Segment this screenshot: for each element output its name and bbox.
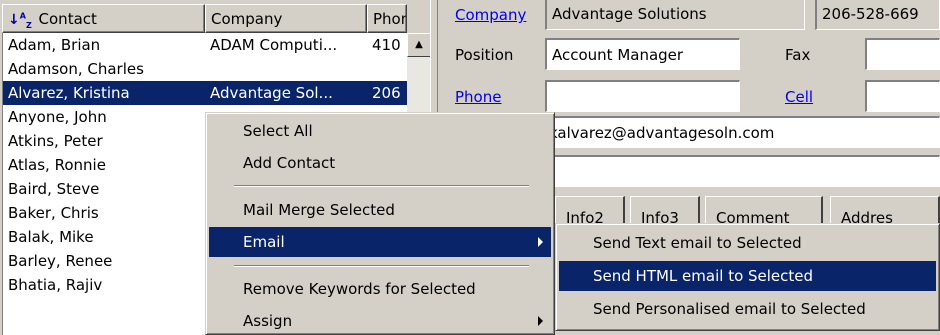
menu-item-add-contact[interactable]: Add Contact xyxy=(209,148,551,178)
position-field[interactable]: Account Manager xyxy=(545,38,740,70)
phone-field[interactable] xyxy=(545,80,740,112)
list-item-selected[interactable]: Alvarez, Kristina Advantage Sol... 206 xyxy=(3,81,407,105)
menu-item-send-text-email[interactable]: Send Text email to Selected xyxy=(559,228,936,258)
email-submenu: Send Text email to Selected Send HTML em… xyxy=(555,223,940,331)
menu-item-email[interactable]: Email xyxy=(209,227,551,257)
menu-item-select-all[interactable]: Select All xyxy=(209,116,551,146)
company-phone-field[interactable]: 206-528-669 xyxy=(815,0,940,30)
fax-label: Fax xyxy=(785,46,811,64)
company-field[interactable]: Advantage Solutions xyxy=(545,0,805,30)
email-field[interactable]: kalvarez@advantagesoln.com xyxy=(545,116,940,148)
cell-link[interactable]: Cell xyxy=(785,88,813,106)
menu-item-remove-keywords[interactable]: Remove Keywords for Selected xyxy=(209,274,551,304)
position-label: Position xyxy=(455,46,514,64)
menu-item-assign[interactable]: Assign xyxy=(209,306,551,335)
menu-item-mail-merge[interactable]: Mail Merge Selected xyxy=(209,195,551,225)
context-menu: Select All Add Contact Mail Merge Select… xyxy=(205,112,555,335)
list-item[interactable]: Adam, Brian ADAM Computi... 410 xyxy=(3,33,407,57)
column-header-phone[interactable]: Phone ( xyxy=(367,4,407,33)
menu-separator xyxy=(234,185,529,187)
submenu-arrow-icon xyxy=(538,237,543,247)
menu-separator xyxy=(234,265,529,267)
company-link[interactable]: Company xyxy=(455,6,526,24)
list-header: ↓AZ Contact Company Phone ( xyxy=(2,4,436,33)
list-item[interactable]: Adamson, Charles xyxy=(3,57,407,81)
extra-field[interactable] xyxy=(545,155,940,187)
column-header-contact[interactable]: ↓AZ Contact xyxy=(2,4,205,33)
fax-field[interactable] xyxy=(865,38,940,70)
sort-az-icon: ↓AZ xyxy=(8,11,32,30)
scroll-up-arrow-icon[interactable]: ▲ xyxy=(407,33,431,57)
menu-item-send-html-email[interactable]: Send HTML email to Selected xyxy=(559,261,936,291)
submenu-arrow-icon xyxy=(538,316,543,326)
column-header-company[interactable]: Company xyxy=(205,4,367,33)
cell-field[interactable] xyxy=(865,80,940,112)
menu-item-send-personalised-email[interactable]: Send Personalised email to Selected xyxy=(559,294,936,324)
phone-link[interactable]: Phone xyxy=(455,88,501,106)
